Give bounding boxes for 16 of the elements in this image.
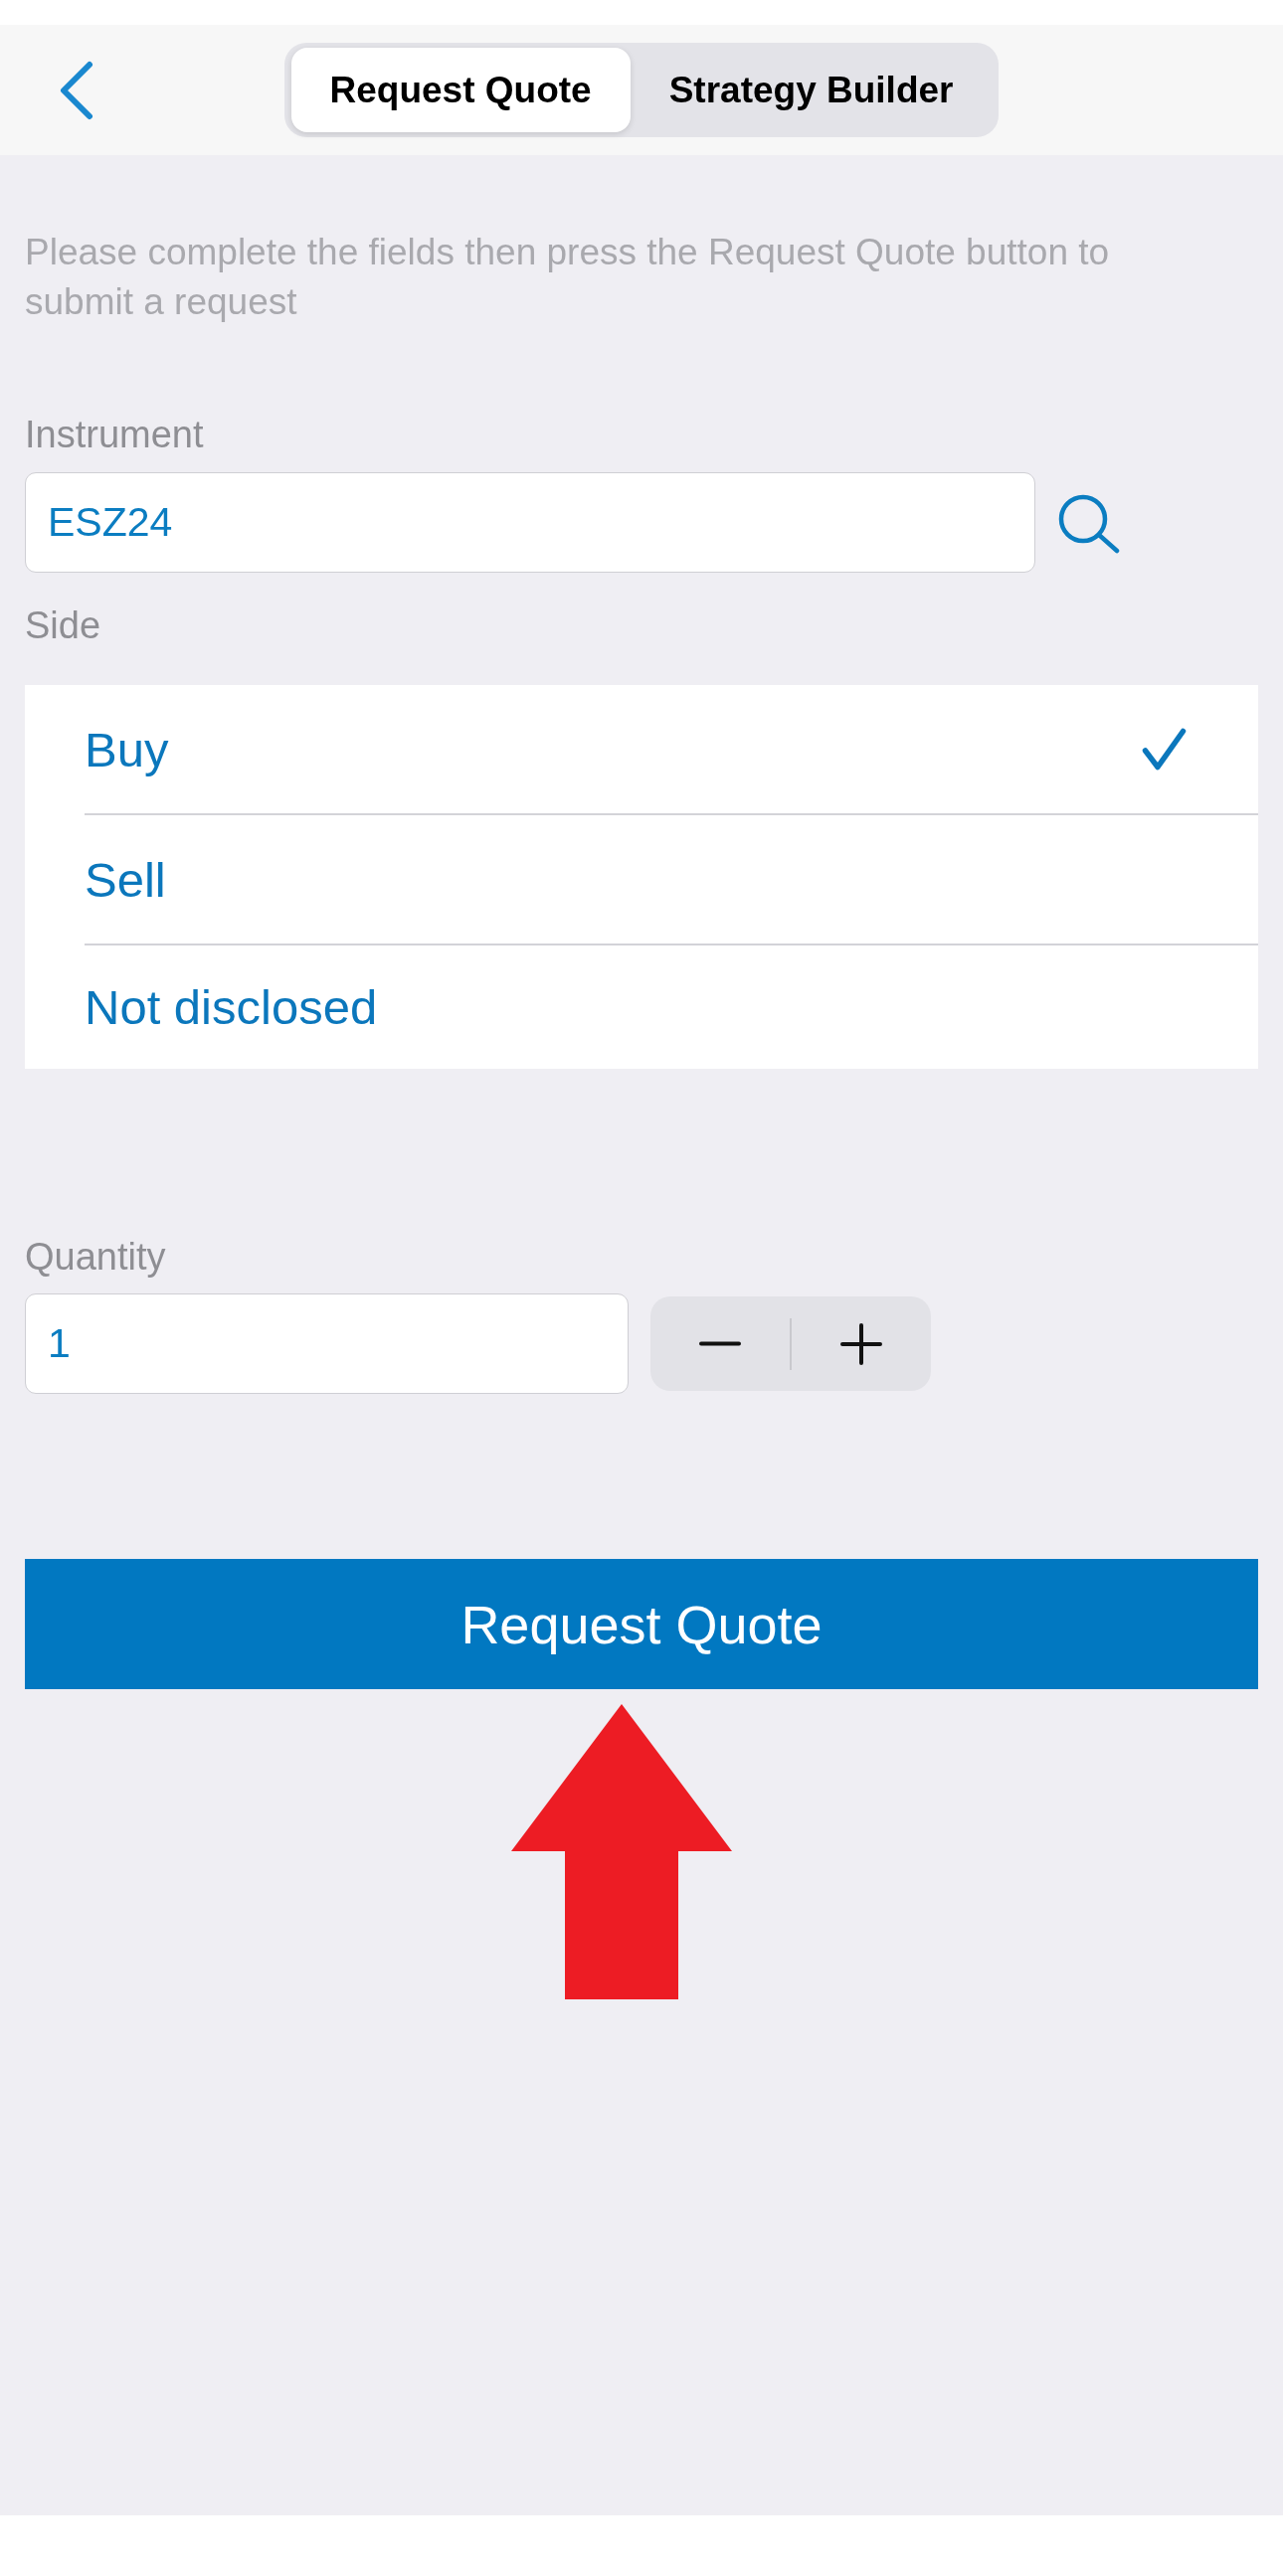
field-label: Instrument (25, 413, 205, 457)
side-option[interactable]: Sell (25, 815, 1258, 945)
side-option[interactable]: Not disclosed (25, 945, 1258, 1069)
tab[interactable]: Request Quote (290, 48, 631, 132)
request-quote-button[interactable]: Request Quote (25, 1559, 1258, 1689)
arrow-icon (511, 1704, 732, 1999)
side-option[interactable]: Buy (25, 685, 1258, 815)
field-label: Side (25, 603, 102, 648)
plus-icon (840, 1322, 882, 1365)
back-icon[interactable] (59, 60, 94, 120)
instrument-field[interactable]: ESZ24 (25, 472, 1035, 573)
quantity-field[interactable]: 1 (25, 1293, 629, 1394)
minus-icon (699, 1341, 741, 1346)
tab[interactable]: Strategy Builder (630, 48, 993, 132)
instructions-text: Please complete the fields then press the Request Quote button to submit a request (25, 231, 1111, 324)
field-label: Quantity (25, 1235, 167, 1280)
